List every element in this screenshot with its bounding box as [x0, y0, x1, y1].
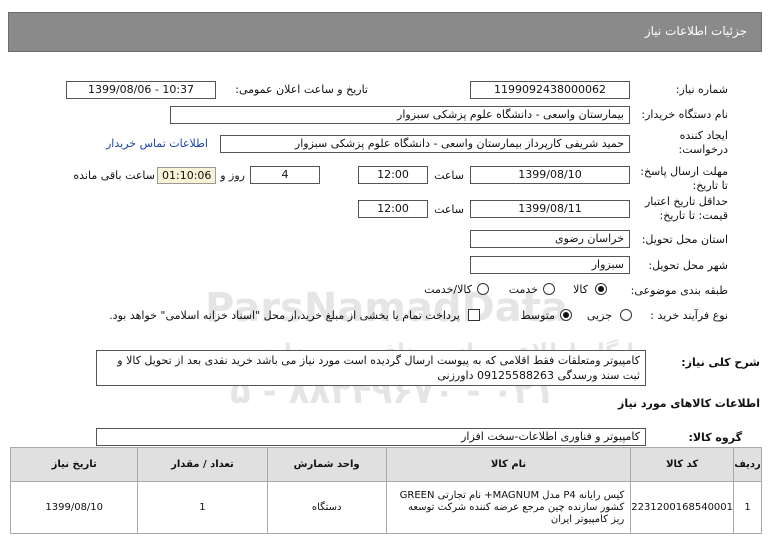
need-number-field: 1199092438000062: [470, 81, 630, 99]
cell-name: کیس رایانه P4 مدل MAGNUM+ نام تجارتی GRE…: [385, 481, 632, 534]
announce-field: 1399/08/06 - 10:37: [66, 81, 216, 99]
creator-label-line1: ایجاد کننده: [679, 129, 728, 142]
days-label: روز و: [220, 169, 245, 182]
table-row[interactable]: 1 2231200168540001 کیس رایانه P4 مدل MAG…: [9, 481, 762, 534]
validity-time-label: ساعت: [434, 203, 464, 216]
description-label: شرح کلی نیاز:: [681, 356, 760, 369]
col-date: تاریخ نیاز: [9, 447, 139, 482]
province-label: استان محل تحویل:: [641, 233, 728, 246]
creator-label-line2: درخواست:: [678, 143, 728, 156]
province-field: خراسان رضوی: [470, 230, 630, 248]
remaining-time-badge: 01:10:06: [157, 167, 217, 184]
process-radio-minor[interactable]: [620, 309, 632, 321]
cell-qty: 1: [137, 481, 268, 534]
cell-code: 2231200168540001: [630, 481, 735, 534]
city-field: سبزوار: [470, 256, 630, 274]
category-option-goods: کالا: [573, 283, 588, 296]
contact-info-link[interactable]: اطلاعات تماس خریدار: [106, 137, 208, 150]
validity-label-line1: حداقل تاریخ اعتبار: [644, 195, 728, 208]
category-radio-service[interactable]: [543, 283, 555, 295]
cell-unit: دستگاه: [266, 481, 387, 534]
category-radio-goods-service[interactable]: [477, 283, 489, 295]
cell-date: 1399/08/10: [9, 481, 139, 534]
cell-row: 1: [733, 481, 762, 534]
category-label: طبقه بندی موضوعی:: [630, 284, 728, 297]
validity-date-field: 1399/08/11: [470, 200, 630, 218]
validity-time-field: 12:00: [358, 200, 428, 218]
col-row: ردیف: [733, 447, 762, 482]
goods-section-title: اطلاعات کالاهای مورد نیاز: [618, 397, 760, 410]
send-deadline-label-line1: مهلت ارسال پاسخ:: [640, 165, 728, 178]
page-title: جزئیات اطلاعات نیاز: [644, 24, 747, 38]
validity-label-line2: قیمت: تا تاریخ:: [659, 209, 728, 222]
col-code: کد کالا: [630, 447, 735, 482]
description-box: کامپیوتر ومتعلقات فقط اقلامی که به پیوست…: [96, 350, 646, 386]
col-name: نام کالا: [385, 447, 632, 482]
category-option-service: خدمت: [508, 283, 538, 296]
payment-note: پرداخت تمام یا بخشی از مبلغ خرید،از محل …: [109, 309, 460, 322]
send-deadline-label-line2: تا تاریخ:: [692, 179, 728, 192]
goods-table-header: ردیف کد کالا نام کالا واحد شمارش تعداد /…: [9, 447, 762, 482]
send-time-field: 12:00: [358, 166, 428, 184]
creator-field: حمید شریفی کارپرداز بیمارستان واسعی - دا…: [220, 135, 630, 153]
col-qty: تعداد / مقدار: [137, 447, 268, 482]
buyer-label: نام دستگاه خریدار:: [641, 108, 728, 121]
need-number-label: شماره نیاز:: [675, 83, 728, 96]
buyer-field: بیمارستان واسعی - دانشگاه علوم پزشکی سبز…: [170, 106, 630, 124]
process-label: نوع فرآیند خرید :: [650, 309, 728, 322]
goods-group-field: کامپیوتر و فناوری اطلاعات-سخت افزار: [96, 428, 646, 446]
page-header: جزئیات اطلاعات نیاز: [8, 12, 762, 52]
goods-table: ردیف کد کالا نام کالا واحد شمارش تعداد /…: [9, 447, 762, 534]
goods-group-label: گروه کالا:: [688, 431, 742, 444]
category-option-goods-service: کالا/خدمت: [424, 283, 472, 296]
announce-label: تاریخ و ساعت اعلان عمومی:: [235, 83, 368, 96]
send-time-label: ساعت: [434, 169, 464, 182]
treasury-checkbox[interactable]: [468, 309, 480, 321]
process-option-minor: جزیی: [586, 309, 612, 322]
process-option-medium: متوسط: [520, 309, 555, 322]
days-field: 4: [250, 166, 320, 184]
col-unit: واحد شمارش: [266, 447, 387, 482]
remaining-time-label: ساعت باقی مانده: [73, 169, 155, 182]
process-radio-medium[interactable]: [560, 309, 572, 321]
category-radio-goods[interactable]: [595, 283, 607, 295]
send-date-field: 1399/08/10: [470, 166, 630, 184]
city-label: شهر محل تحویل:: [648, 259, 728, 272]
